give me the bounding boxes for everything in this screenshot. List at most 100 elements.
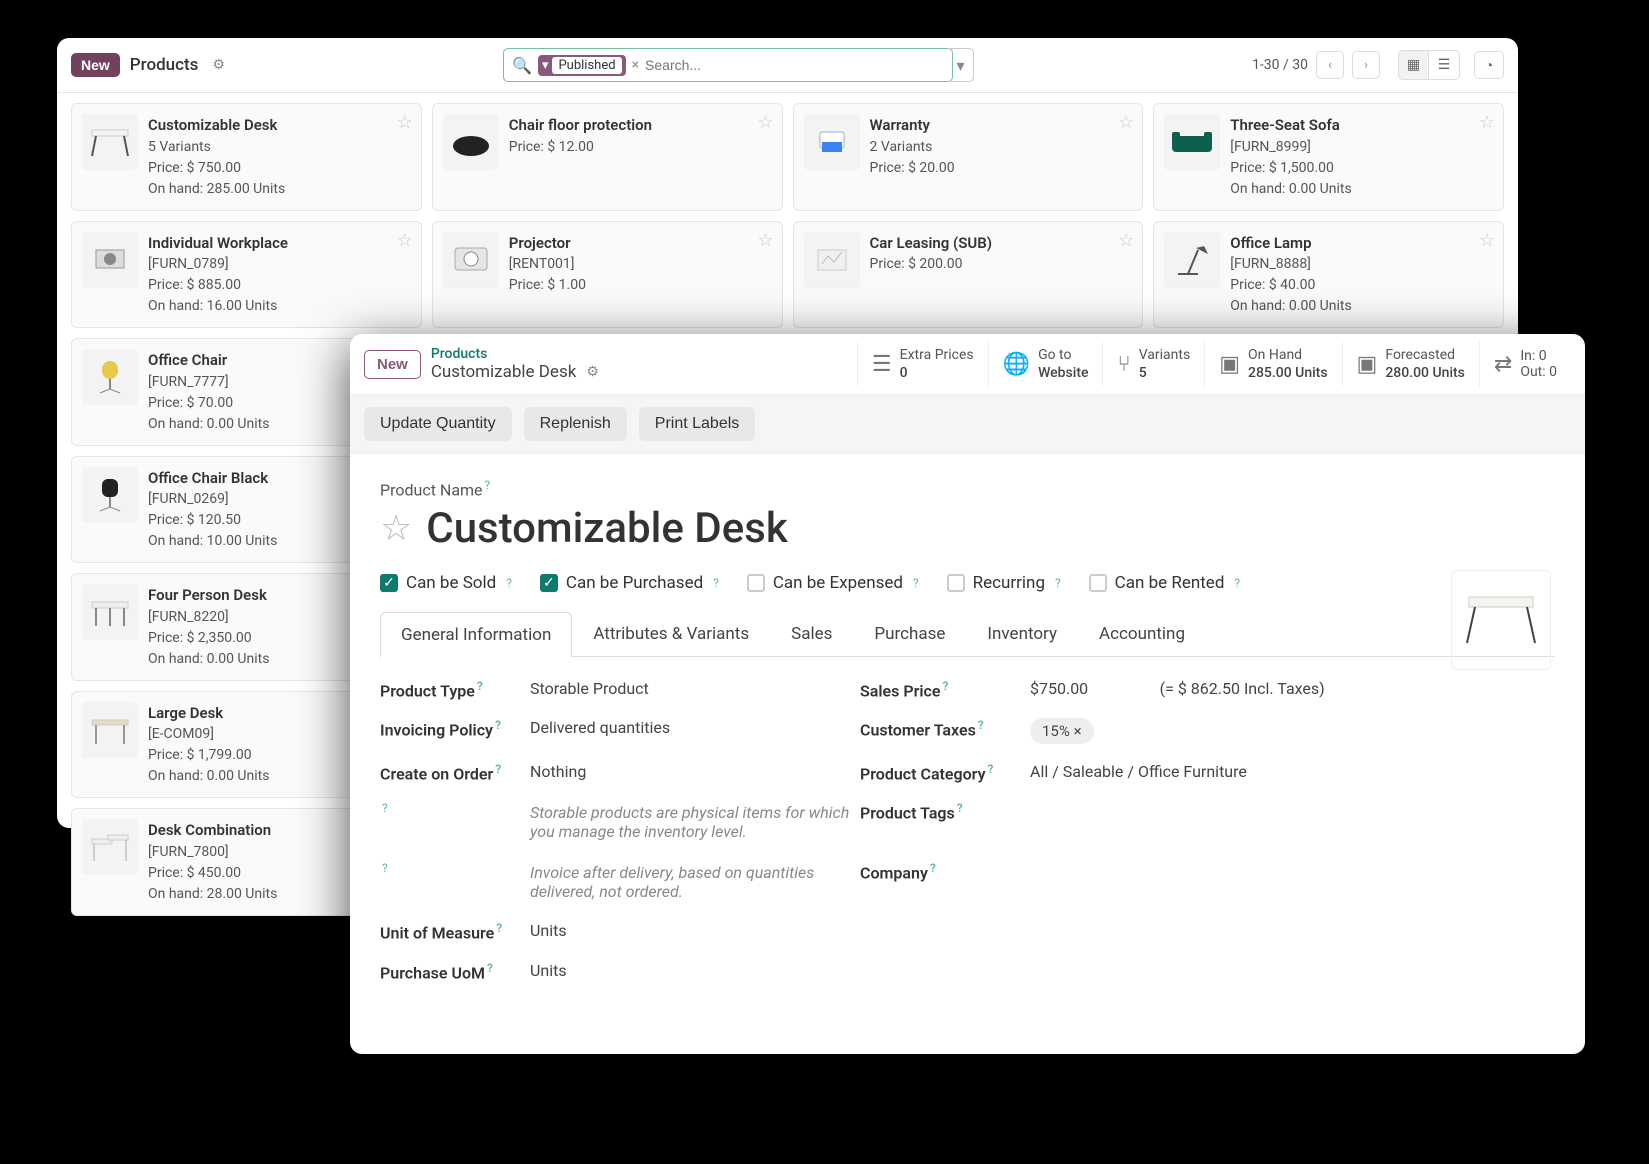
- star-icon[interactable]: ☆: [1118, 112, 1134, 133]
- breadcrumb[interactable]: Products: [130, 55, 199, 75]
- product-name-label: Product Name: [380, 481, 483, 500]
- star-icon[interactable]: ☆: [757, 112, 773, 133]
- breadcrumb-parent[interactable]: Products: [431, 346, 599, 362]
- tab-inventory[interactable]: Inventory: [966, 611, 1078, 656]
- activity-icon[interactable]: ◔: [1474, 51, 1504, 79]
- help-icon[interactable]: ?: [957, 801, 963, 815]
- help-icon[interactable]: ?: [1234, 576, 1240, 590]
- product-thumb: [443, 114, 499, 170]
- product-card[interactable]: ☆ Customizable Desk5 VariantsPrice: $ 75…: [71, 103, 422, 211]
- filter-chip[interactable]: ▾ Published: [538, 55, 626, 76]
- view-toggle: ▦ ☰: [1398, 50, 1460, 80]
- list-header: New Products ⚙ 🔍 ▾ Published × ▾ 1-30 / …: [57, 38, 1518, 93]
- stat-extra-prices[interactable]: ☰Extra Prices0: [858, 342, 988, 386]
- stat-forecasted[interactable]: ▣Forecasted280.00 Units: [1342, 342, 1479, 386]
- uom-value[interactable]: Units: [530, 921, 800, 942]
- new-button[interactable]: New: [364, 350, 421, 379]
- star-icon[interactable]: ☆: [1479, 112, 1495, 133]
- kanban-view-icon[interactable]: ▦: [1399, 51, 1429, 79]
- helper-text: Invoice after delivery, based on quantit…: [530, 861, 860, 903]
- star-icon[interactable]: ☆: [1479, 230, 1495, 251]
- star-icon[interactable]: ☆: [397, 112, 413, 133]
- help-icon[interactable]: ?: [495, 718, 501, 732]
- product-card[interactable]: ☆ Car Leasing (SUB)Price: $ 200.00: [793, 221, 1144, 329]
- recurring-checkbox[interactable]: Recurring?: [947, 573, 1061, 593]
- update-quantity-button[interactable]: Update Quantity: [364, 407, 512, 441]
- product-image[interactable]: [1451, 570, 1551, 670]
- filter-remove-icon[interactable]: ×: [632, 57, 639, 73]
- product-card[interactable]: ☆ Chair floor protectionPrice: $ 12.00: [432, 103, 783, 211]
- help-icon[interactable]: ?: [382, 801, 388, 815]
- customer-taxes-label: Customer Taxes?: [860, 718, 1030, 744]
- sales-price-value[interactable]: $750.00 (= $ 862.50 Incl. Taxes): [1030, 679, 1350, 700]
- form-tabs: General Information Attributes & Variant…: [380, 611, 1555, 657]
- star-icon[interactable]: ☆: [757, 230, 773, 251]
- help-icon[interactable]: ?: [506, 576, 512, 590]
- helper-text: Storable products are physical items for…: [530, 801, 860, 843]
- tab-general-information[interactable]: General Information: [380, 612, 572, 657]
- list-view-icon[interactable]: ☰: [1429, 51, 1459, 79]
- product-card[interactable]: ☆ Office Lamp[FURN_8888]Price: $ 40.00On…: [1153, 221, 1504, 329]
- pager-prev-icon[interactable]: ‹: [1316, 51, 1344, 79]
- gear-icon[interactable]: ⚙: [212, 57, 225, 73]
- favorite-star-icon[interactable]: ☆: [380, 507, 412, 549]
- help-icon[interactable]: ?: [495, 762, 501, 776]
- new-button[interactable]: New: [71, 53, 120, 77]
- search-box[interactable]: 🔍 ▾ Published ×: [503, 48, 953, 82]
- help-icon[interactable]: ?: [485, 478, 491, 492]
- help-icon[interactable]: ?: [496, 921, 502, 935]
- help-icon[interactable]: ?: [978, 718, 984, 732]
- create-on-order-value[interactable]: Nothing: [530, 762, 800, 783]
- product-category-value[interactable]: All / Saleable / Office Furniture: [1030, 762, 1350, 783]
- stat-variants[interactable]: ⑂Variants5: [1102, 342, 1204, 386]
- product-thumb: [82, 702, 138, 758]
- stat-onhand[interactable]: ▣On Hand285.00 Units: [1204, 342, 1341, 386]
- product-category-label: Product Category?: [860, 762, 1030, 783]
- help-icon[interactable]: ?: [487, 961, 493, 975]
- print-labels-button[interactable]: Print Labels: [639, 407, 756, 441]
- filter-icon: ▾: [542, 58, 549, 73]
- can-be-sold-checkbox[interactable]: ✓Can be Sold?: [380, 573, 512, 593]
- help-icon[interactable]: ?: [942, 679, 948, 693]
- gear-icon[interactable]: ⚙: [586, 364, 599, 380]
- help-icon[interactable]: ?: [1055, 576, 1061, 590]
- invoicing-policy-value[interactable]: Delivered quantities: [530, 718, 800, 744]
- form-header: New Products Customizable Desk⚙ ☰Extra P…: [350, 334, 1585, 395]
- help-icon[interactable]: ?: [477, 679, 483, 693]
- actions-bar: Update Quantity Replenish Print Labels: [350, 395, 1585, 454]
- help-icon[interactable]: ?: [988, 762, 994, 776]
- transfer-icon: ⇄: [1494, 352, 1512, 377]
- tab-sales[interactable]: Sales: [770, 611, 853, 656]
- product-card[interactable]: ☆ Three-Seat Sofa[FURN_8999]Price: $ 1,5…: [1153, 103, 1504, 211]
- globe-icon: 🌐: [1003, 352, 1030, 377]
- product-card[interactable]: ☆ Warranty2 VariantsPrice: $ 20.00: [793, 103, 1144, 211]
- help-icon[interactable]: ?: [382, 861, 388, 875]
- search-input[interactable]: [645, 57, 944, 73]
- replenish-button[interactable]: Replenish: [524, 407, 627, 441]
- customer-taxes-value[interactable]: 15% ×: [1030, 718, 1350, 744]
- product-thumb: [82, 349, 138, 405]
- search-dropdown[interactable]: ▾: [948, 48, 974, 82]
- stat-inout[interactable]: ⇄In: 0Out: 0: [1479, 342, 1571, 386]
- star-icon[interactable]: ☆: [397, 230, 413, 251]
- product-thumb: [443, 232, 499, 288]
- help-icon[interactable]: ?: [713, 576, 719, 590]
- product-name[interactable]: Customizable Desk: [426, 504, 787, 553]
- product-thumb: [82, 467, 138, 523]
- help-icon[interactable]: ?: [930, 861, 936, 875]
- product-card[interactable]: ☆ Projector[RENT001]Price: $ 1.00: [432, 221, 783, 329]
- tab-purchase[interactable]: Purchase: [853, 611, 966, 656]
- pager-next-icon[interactable]: ›: [1352, 51, 1380, 79]
- tab-attributes-variants[interactable]: Attributes & Variants: [572, 611, 770, 656]
- purchase-uom-value[interactable]: Units: [530, 961, 800, 982]
- tab-accounting[interactable]: Accounting: [1078, 611, 1206, 656]
- cubes-icon: ▣: [1219, 352, 1240, 377]
- product-type-value[interactable]: Storable Product: [530, 679, 800, 700]
- product-card[interactable]: ☆ Individual Workplace[FURN_0789]Price: …: [71, 221, 422, 329]
- can-be-purchased-checkbox[interactable]: ✓Can be Purchased?: [540, 573, 719, 593]
- can-be-expensed-checkbox[interactable]: Can be Expensed?: [747, 573, 919, 593]
- can-be-rented-checkbox[interactable]: Can be Rented?: [1089, 573, 1240, 593]
- star-icon[interactable]: ☆: [1118, 230, 1134, 251]
- help-icon[interactable]: ?: [913, 576, 919, 590]
- stat-website[interactable]: 🌐Go toWebsite: [988, 342, 1103, 386]
